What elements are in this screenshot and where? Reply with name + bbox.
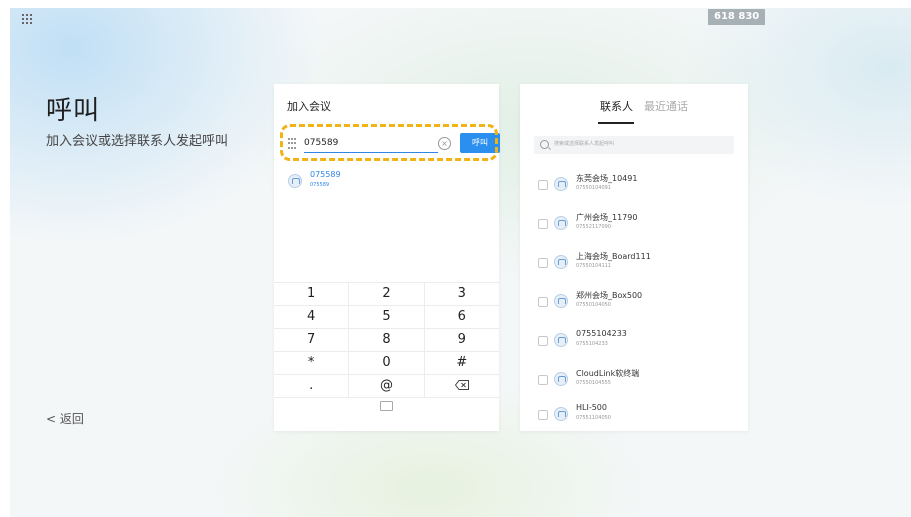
- meeting-room-icon: [288, 174, 302, 188]
- search-placeholder: 搜索或选择联系人发起呼叫: [554, 141, 615, 147]
- call-button[interactable]: 呼叫: [460, 133, 500, 153]
- key-6[interactable]: 6: [423, 306, 499, 328]
- meeting-room-icon: [554, 294, 568, 308]
- contacts-card: 联系人 最近通话 搜索或选择联系人发起呼叫 东莞会场_10491 0755010…: [520, 84, 748, 431]
- key-7[interactable]: 7: [274, 329, 348, 351]
- contact-item[interactable]: CloudLink软终端 07550104555: [534, 367, 734, 393]
- contact-name: 0755104233: [576, 329, 627, 338]
- contact-item[interactable]: 上海会场_Board111 07550104111: [534, 250, 734, 276]
- key-8[interactable]: 8: [348, 329, 423, 351]
- contact-name: 广州会场_11790: [576, 213, 638, 222]
- contact-checkbox[interactable]: [538, 410, 548, 420]
- contact-number: 07551104050: [576, 415, 611, 421]
- keypad-footer: [274, 397, 499, 413]
- backspace-key[interactable]: [423, 375, 499, 397]
- key-at[interactable]: @: [348, 375, 423, 397]
- contact-item[interactable]: 广州会场_11790 07552117090: [534, 211, 734, 237]
- dial-input-row: × 呼叫: [288, 133, 500, 154]
- clear-input-icon[interactable]: ×: [438, 137, 451, 150]
- contact-name: CloudLink软终端: [576, 369, 640, 378]
- contact-item[interactable]: HLI-500 07551104050: [534, 402, 734, 428]
- key-3[interactable]: 3: [423, 283, 499, 305]
- tab-contacts[interactable]: 联系人: [600, 98, 633, 114]
- keypad: 1 2 3 4 5 6 7 8 9 * 0 # . @: [274, 282, 499, 431]
- suggestion-name: 075589: [310, 170, 341, 179]
- meeting-room-icon: [554, 407, 568, 421]
- keyboard-icon[interactable]: [380, 401, 393, 411]
- key-5[interactable]: 5: [348, 306, 423, 328]
- meeting-room-icon: [554, 216, 568, 230]
- meeting-room-icon: [554, 177, 568, 191]
- join-meeting-card: 加入会议 × 呼叫 075589 075589 1 2 3 4 5 6: [274, 84, 500, 431]
- key-dot[interactable]: .: [274, 375, 348, 397]
- contact-number: 0755104233: [576, 341, 608, 347]
- contact-checkbox[interactable]: [538, 297, 548, 307]
- top-bar: 618 830: [10, 8, 911, 30]
- contact-name: 东莞会场_10491: [576, 174, 638, 183]
- contact-item[interactable]: 0755104233 0755104233: [534, 328, 734, 354]
- keypad-row: 7 8 9: [274, 328, 499, 351]
- contact-number: 07550104555: [576, 380, 611, 386]
- contacts-tabs: 联系人 最近通话: [520, 84, 748, 128]
- key-star[interactable]: *: [274, 352, 348, 374]
- tab-recent-calls[interactable]: 最近通话: [644, 98, 688, 114]
- contact-name: 上海会场_Board111: [576, 252, 651, 261]
- contact-checkbox[interactable]: [538, 375, 548, 385]
- key-4[interactable]: 4: [274, 306, 348, 328]
- apps-grid-icon[interactable]: [22, 14, 32, 24]
- meeting-room-icon: [554, 372, 568, 386]
- key-9[interactable]: 9: [423, 329, 499, 351]
- keypad-row: . @: [274, 374, 499, 397]
- contact-number: 07550104111: [576, 263, 611, 269]
- extension-badge: 618 830: [708, 9, 766, 25]
- active-tab-indicator: [598, 122, 634, 124]
- contact-number: 07550104091: [576, 185, 611, 191]
- page-subtitle: 加入会议或选择联系人发起呼叫: [46, 134, 229, 149]
- meeting-room-icon: [554, 333, 568, 347]
- contact-checkbox[interactable]: [538, 180, 548, 190]
- back-button[interactable]: < 返回: [46, 410, 84, 427]
- key-1[interactable]: 1: [274, 283, 348, 305]
- key-0[interactable]: 0: [348, 352, 423, 374]
- contact-number: 07550104050: [576, 302, 611, 308]
- contact-checkbox[interactable]: [538, 336, 548, 346]
- backspace-icon: [454, 380, 469, 390]
- contact-item[interactable]: 东莞会场_10491 07550104091: [534, 172, 734, 198]
- suggestion-item[interactable]: 075589 075589: [288, 170, 468, 194]
- search-icon: [540, 140, 549, 149]
- suggestion-number: 075589: [310, 182, 330, 188]
- dialpad-icon: [288, 138, 298, 150]
- keypad-row: 4 5 6: [274, 305, 499, 328]
- keypad-row: 1 2 3: [274, 282, 499, 305]
- contact-name: HLI-500: [576, 403, 607, 412]
- contact-checkbox[interactable]: [538, 258, 548, 268]
- contact-number: 07552117090: [576, 224, 611, 230]
- contact-item[interactable]: 郑州会场_Box500 07550104050: [534, 289, 734, 315]
- key-hash[interactable]: #: [423, 352, 499, 374]
- page-title: 呼叫: [46, 96, 101, 126]
- dial-number-input[interactable]: [304, 134, 438, 153]
- contact-checkbox[interactable]: [538, 219, 548, 229]
- join-meeting-title: 加入会议: [287, 100, 331, 113]
- meeting-room-icon: [554, 255, 568, 269]
- key-2[interactable]: 2: [348, 283, 423, 305]
- contact-name: 郑州会场_Box500: [576, 291, 643, 300]
- contact-search-input[interactable]: 搜索或选择联系人发起呼叫: [534, 136, 734, 154]
- screen: 618 830 呼叫 加入会议或选择联系人发起呼叫 < 返回 加入会议 × 呼叫…: [10, 8, 911, 517]
- keypad-row: * 0 #: [274, 351, 499, 374]
